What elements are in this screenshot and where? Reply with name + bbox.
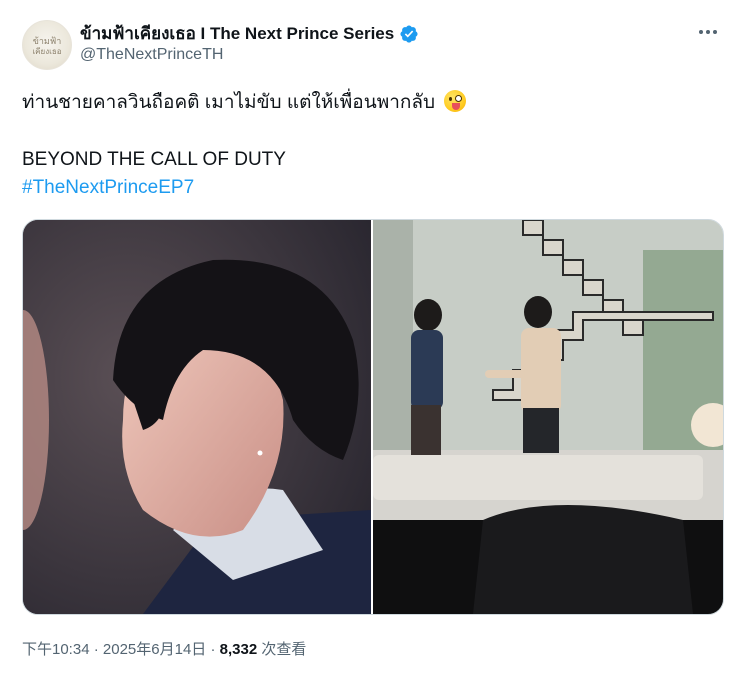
more-options-button[interactable] — [696, 20, 720, 44]
tweet-date[interactable]: 2025年6月14日 — [103, 641, 206, 658]
view-count-label: 次查看 — [257, 641, 307, 658]
avatar[interactable]: ข้ามฟ้า เคียงเธอ — [22, 20, 72, 70]
tweet-text-line-2: BEYOND THE CALL OF DUTY — [22, 149, 286, 170]
winking-tongue-emoji-icon — [444, 90, 467, 112]
photo-closeup-image — [23, 220, 371, 614]
avatar-logo: ข้ามฟ้า เคียงเธอ — [32, 36, 62, 56]
photo-living-room[interactable] — [373, 220, 723, 614]
author-display-name[interactable]: ข้ามฟ้าเคียงเธอ I The Next Prince Series — [80, 20, 394, 47]
author-handle[interactable]: @TheNextPrinceTH — [80, 46, 223, 64]
svg-text:ข้ามฟ้า: ข้ามฟ้า — [33, 36, 62, 47]
svg-text:เคียงเธอ: เคียงเธอ — [32, 47, 61, 56]
view-count: 8,332 — [219, 641, 258, 658]
footer-separator: · — [206, 641, 220, 658]
photo-closeup[interactable] — [23, 220, 371, 614]
author-name-row[interactable]: ข้ามฟ้าเคียงเธอ I The Next Prince Series — [80, 20, 419, 47]
tweet-text-thai: ท่านชายคาลวินถือคติ เมาไม่ขับ แต่ให้เพื่… — [22, 92, 436, 113]
more-dot-icon — [699, 30, 703, 34]
tweet-footer: 下午10:34 · 2025年6月14日 · 8,332 次查看 — [22, 638, 306, 659]
media-grid — [22, 219, 724, 615]
tweet-text-line-1: ท่านชายคาลวินถือคติ เมาไม่ขับ แต่ให้เพื่… — [22, 90, 467, 115]
more-dot-icon — [706, 30, 710, 34]
footer-separator: · — [89, 641, 103, 658]
hashtag-link[interactable]: #TheNextPrinceEP7 — [22, 176, 194, 200]
tweet-time[interactable]: 下午10:34 — [22, 641, 90, 658]
verified-badge-icon[interactable] — [399, 24, 419, 44]
photo-living-room-image — [373, 220, 723, 614]
tweet-card: ข้ามฟ้า เคียงเธอ ข้ามฟ้าเคียงเธอ I The N… — [0, 0, 740, 681]
more-dot-icon — [713, 30, 717, 34]
